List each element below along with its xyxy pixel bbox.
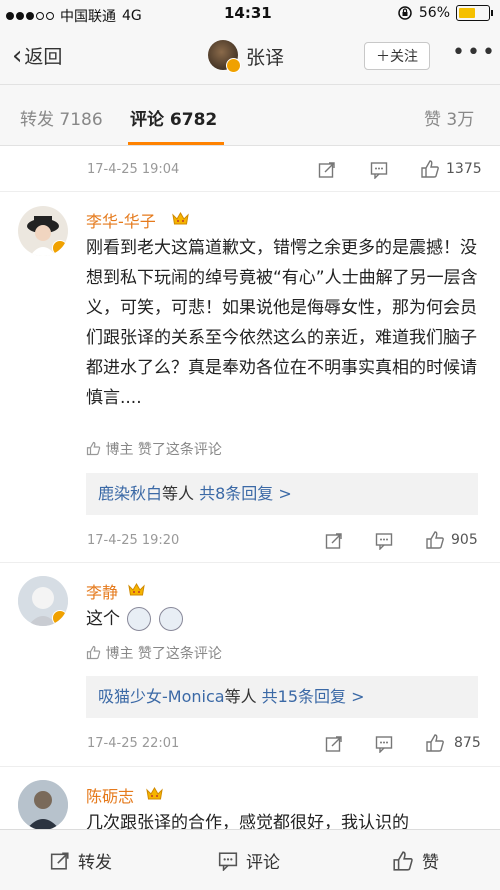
comment-username[interactable]: 陈砺志	[86, 783, 134, 807]
comment-time: 17-4-25 22:01	[87, 736, 180, 751]
reply-names: 吸猫少女-Monica	[98, 687, 225, 706]
tab-bar: 转发 7186 评论 6782 赞 3万	[0, 85, 500, 146]
like-icon[interactable]	[425, 530, 445, 550]
comment-icon[interactable]	[370, 161, 388, 179]
comment-username[interactable]: 李静	[86, 579, 118, 603]
signal-icon	[6, 12, 54, 20]
doge-emoji-icon	[127, 607, 152, 631]
divider	[0, 766, 500, 767]
divider	[0, 562, 500, 563]
battery-percent: 56%	[418, 5, 450, 21]
verified-icon	[52, 240, 68, 256]
avatar[interactable]	[208, 40, 241, 73]
verified-icon	[226, 58, 241, 73]
like-count: 875	[454, 735, 481, 751]
tab-underline	[128, 142, 224, 145]
repost-icon[interactable]	[318, 161, 336, 179]
repost-icon[interactable]	[325, 532, 343, 550]
clock: 14:31	[224, 4, 272, 22]
chevron-left-icon: ‹	[12, 40, 23, 71]
comment-text: 这个	[86, 609, 120, 629]
tab-comment[interactable]: 评论 6782	[130, 105, 217, 130]
comment-time: 17-4-25 19:20	[87, 533, 180, 548]
doge-emoji-icon	[158, 607, 183, 631]
avatar-photo	[18, 780, 68, 829]
avatar[interactable]	[18, 206, 68, 256]
reply-count: 共8条回复 >	[199, 484, 292, 503]
crown-icon	[146, 787, 163, 800]
status-bar: 中国联通 4G 14:31 56%	[0, 0, 500, 28]
like-label: 赞	[422, 853, 439, 873]
like-icon[interactable]	[420, 159, 440, 179]
comment-time: 17-4-25 19:04	[87, 162, 180, 177]
like-button[interactable]: 赞	[392, 848, 439, 873]
like-icon	[86, 441, 101, 456]
like-icon[interactable]	[425, 733, 445, 753]
tab-like[interactable]: 赞 3万	[424, 105, 474, 130]
network-label: 4G	[122, 8, 142, 24]
back-label: 返回	[24, 46, 63, 68]
comment-label: 评论	[246, 853, 280, 873]
crown-icon	[128, 583, 145, 596]
comment-list[interactable]: 17-4-25 19:04 1375 李华-华子 刚看到老大这篇道歉文，错愕之余…	[0, 146, 500, 829]
reply-suffix: 等人	[224, 687, 257, 706]
liked-by-author: 博主 赞了这条评论	[86, 439, 222, 459]
back-button[interactable]: ‹ 返回	[12, 42, 62, 69]
comment-icon[interactable]	[375, 735, 393, 753]
comment-text: 几次跟张译的合作，感觉都很好，我认识的	[86, 813, 409, 829]
reply-suffix: 等人	[162, 484, 195, 503]
carrier-label: 中国联通	[60, 9, 116, 25]
replies-link[interactable]: 吸猫少女-Monica等人 共15条回复 >	[86, 676, 478, 718]
nav-bar: ‹ 返回 张译 ＋关注 •••	[0, 28, 500, 85]
like-count: 905	[451, 532, 478, 548]
replies-link[interactable]: 鹿染秋白等人 共8条回复 >	[86, 473, 478, 515]
liked-by-author: 博主 赞了这条评论	[86, 643, 222, 663]
page-title: 张译	[246, 47, 285, 69]
repost-button[interactable]: 转发	[50, 848, 112, 873]
more-icon[interactable]: •••	[452, 42, 497, 64]
like-icon	[86, 645, 101, 660]
follow-button[interactable]: ＋关注	[364, 42, 430, 70]
rotation-lock-icon	[398, 6, 412, 20]
bottom-action-bar: 转发 评论 赞	[0, 829, 500, 890]
avatar[interactable]	[18, 576, 68, 626]
divider	[0, 191, 500, 192]
like-count: 1375	[446, 161, 482, 177]
reply-names: 鹿染秋白	[98, 484, 163, 503]
comment-icon[interactable]	[375, 532, 393, 550]
tab-repost[interactable]: 转发 7186	[20, 105, 103, 130]
comment-username[interactable]: 李华-华子	[86, 208, 156, 232]
verified-icon	[52, 610, 68, 626]
reply-count: 共15条回复 >	[261, 687, 365, 706]
comment-icon	[218, 851, 238, 871]
comment-button[interactable]: 评论	[218, 848, 280, 873]
comment-text-row: 这个	[86, 604, 478, 634]
crown-icon	[172, 212, 189, 225]
battery-icon	[456, 5, 493, 21]
repost-icon	[50, 851, 69, 870]
repost-label: 转发	[78, 853, 112, 873]
avatar[interactable]	[18, 780, 68, 829]
repost-icon[interactable]	[325, 735, 343, 753]
liked-by-text: 博主 赞了这条评论	[105, 442, 222, 458]
liked-by-text: 博主 赞了这条评论	[105, 646, 222, 662]
like-icon	[393, 850, 413, 871]
comment-text: 刚看到老大这篇道歉文，错愕之余更多的是震撼！没想到私下玩闹的绰号竟被“有心”人士…	[86, 238, 478, 408]
